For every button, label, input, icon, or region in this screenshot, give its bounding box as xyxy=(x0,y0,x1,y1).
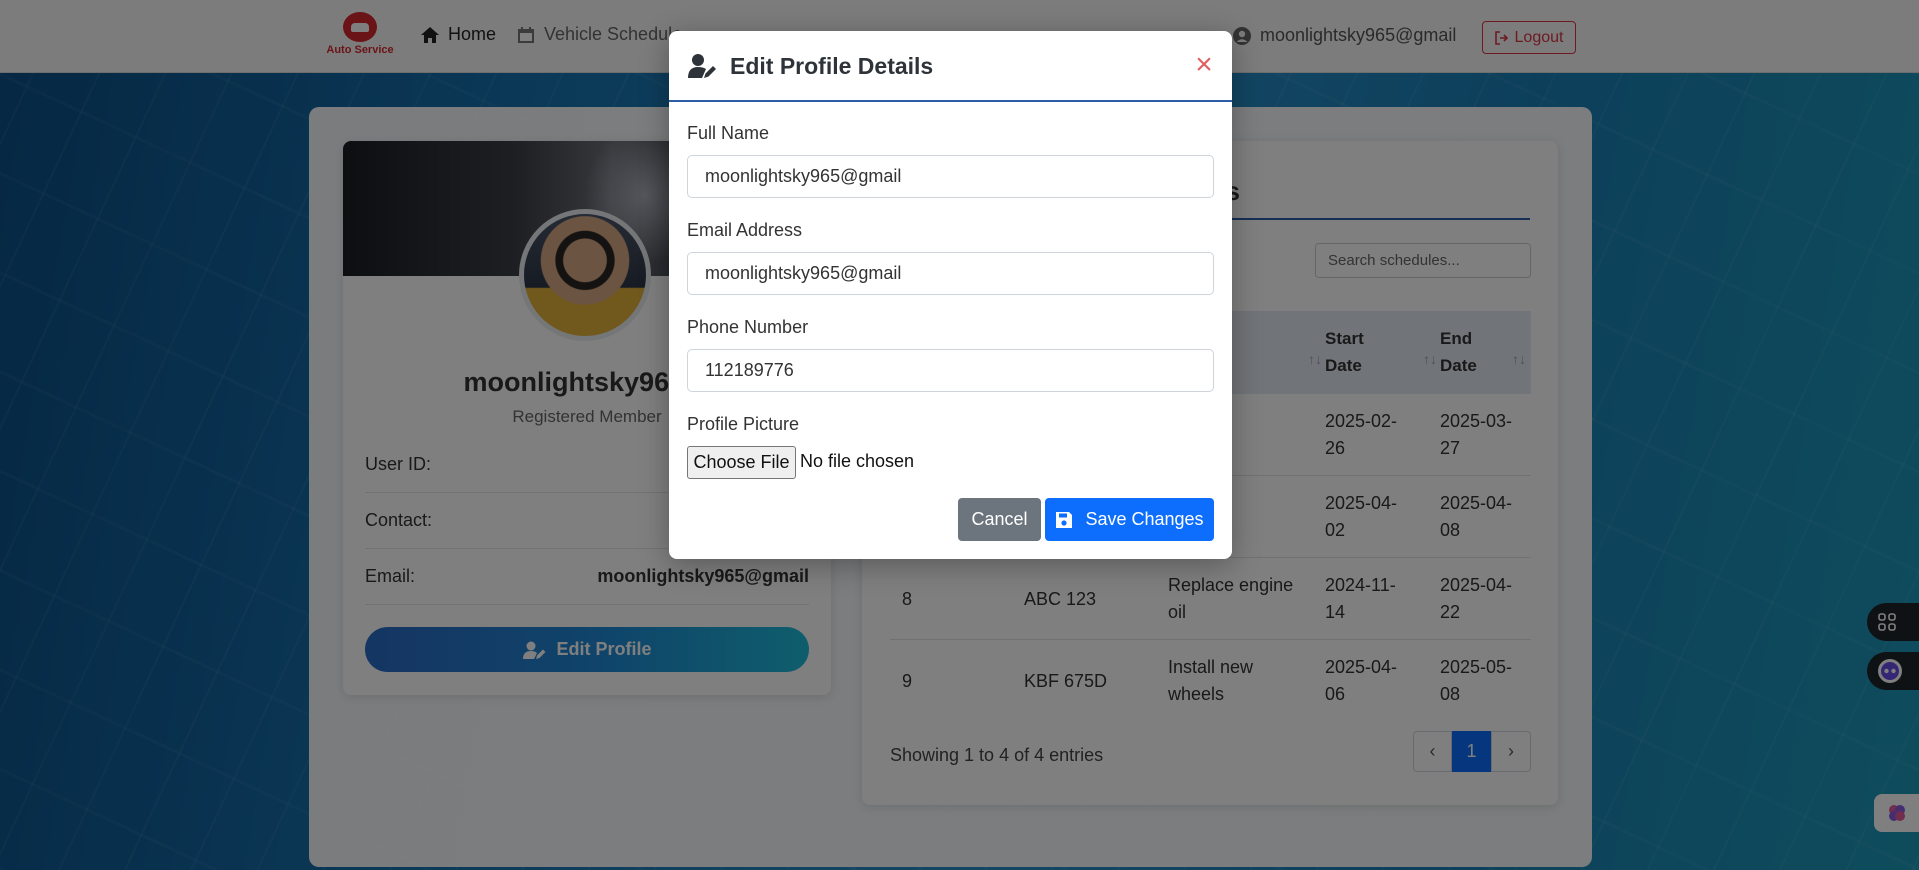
cancel-button[interactable]: Cancel xyxy=(958,498,1041,541)
email-label: Email Address xyxy=(687,220,803,240)
edit-profile-modal: Edit Profile Details × Full Name moonlig… xyxy=(669,31,1232,559)
modal-header: Edit Profile Details × xyxy=(669,31,1232,102)
user-edit-icon xyxy=(688,54,716,78)
phone-label: Phone Number xyxy=(687,317,809,337)
full-name-input[interactable]: moonlightsky965@gmail xyxy=(687,155,1214,198)
close-icon[interactable]: × xyxy=(1191,50,1217,81)
phone-input[interactable]: 112189776 xyxy=(687,349,1214,392)
full-name-label: Full Name xyxy=(687,123,770,143)
modal-title: Edit Profile Details xyxy=(730,53,934,79)
email-input[interactable]: moonlightsky965@gmail xyxy=(687,252,1214,295)
save-changes-label: Save Changes xyxy=(1085,509,1204,529)
choose-file-button[interactable]: Choose File xyxy=(687,446,796,479)
save-icon xyxy=(1056,511,1073,528)
file-status-text: No file chosen xyxy=(800,451,915,471)
save-changes-button[interactable]: Save Changes xyxy=(1045,498,1214,541)
profile-picture-label: Profile Picture xyxy=(687,414,800,434)
